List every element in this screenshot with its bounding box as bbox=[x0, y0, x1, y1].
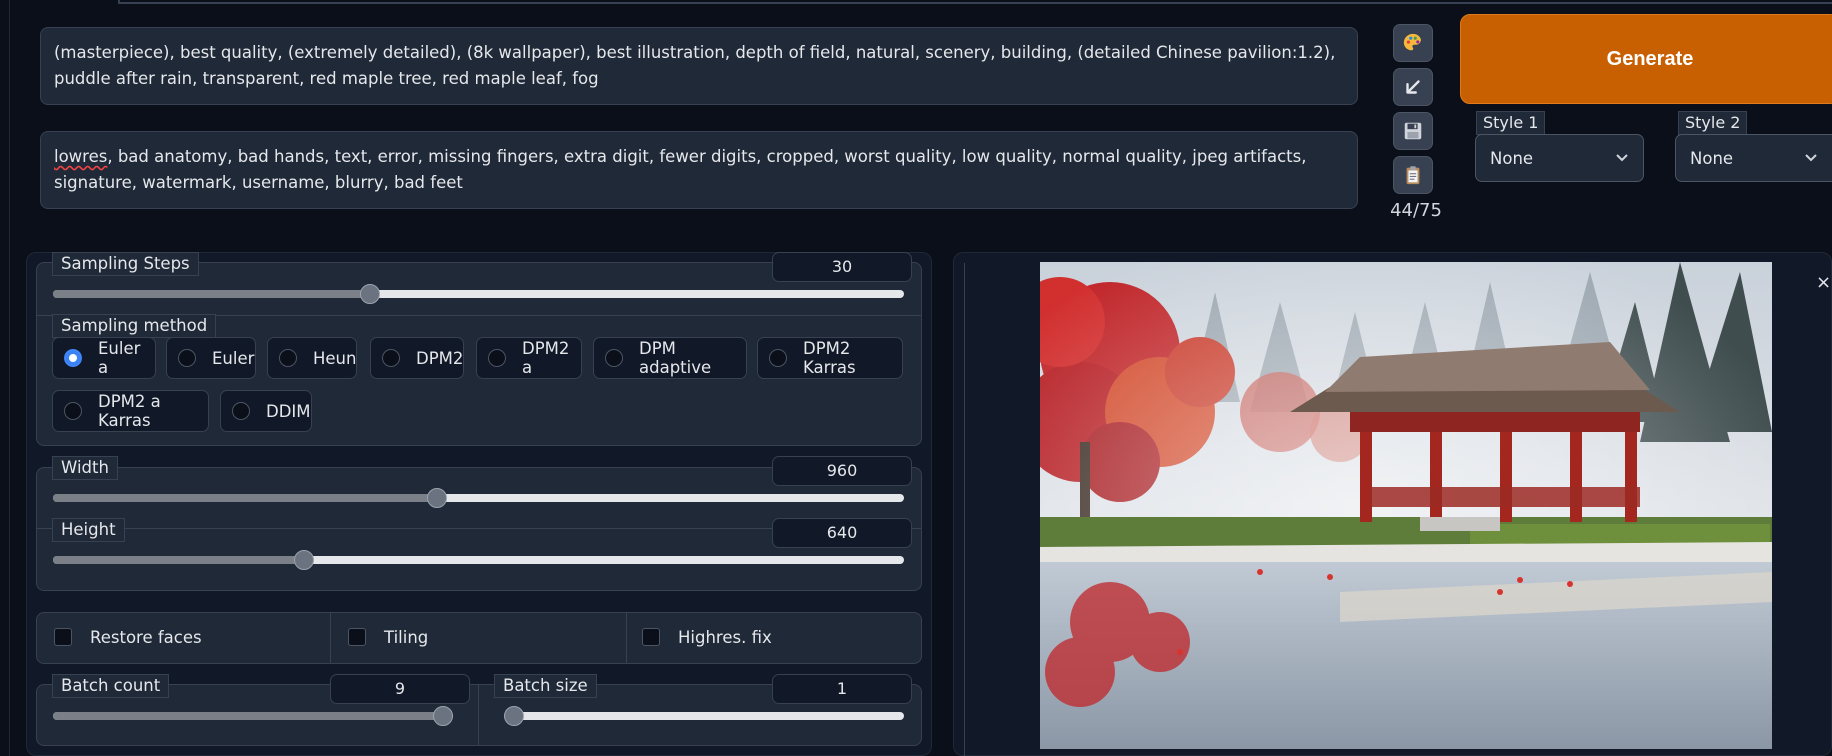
sampler-option-dpm-adaptive[interactable]: DPM adaptive bbox=[593, 337, 747, 379]
save-icon bbox=[1404, 122, 1422, 140]
token-counter: 44/75 bbox=[1390, 200, 1442, 221]
sampling-steps-slider[interactable] bbox=[53, 284, 904, 304]
sampler-label: Heun bbox=[313, 348, 357, 368]
radio-icon bbox=[279, 349, 297, 367]
generate-button[interactable]: Generate bbox=[1460, 14, 1832, 104]
width-slider[interactable] bbox=[53, 488, 904, 508]
negative-prompt-input[interactable]: lowres, bad anatomy, bad hands, text, er… bbox=[40, 131, 1358, 209]
slider-thumb[interactable] bbox=[360, 284, 380, 304]
clipboard-icon bbox=[1406, 166, 1420, 185]
sampler-label: DPM adaptive bbox=[639, 339, 712, 377]
style-1-label: Style 1 bbox=[1476, 111, 1546, 135]
sampler-option-euler-a[interactable]: Euler a bbox=[52, 337, 156, 379]
pavilion-scene-image bbox=[1040, 262, 1772, 749]
tiling-label: Tiling bbox=[384, 627, 429, 647]
radio-icon bbox=[382, 349, 400, 367]
slider-fill bbox=[53, 290, 370, 298]
sampler-option-euler[interactable]: Euler bbox=[166, 337, 256, 379]
close-icon[interactable]: × bbox=[1816, 272, 1831, 293]
sampler-option-ddim[interactable]: DDIM bbox=[220, 390, 312, 432]
tiling-checkbox[interactable]: Tiling bbox=[334, 612, 624, 662]
radio-icon bbox=[488, 349, 506, 367]
sampler-label: DDIM bbox=[266, 401, 311, 421]
sampling-steps-number[interactable]: 30 bbox=[772, 252, 912, 282]
checkbox-icon bbox=[348, 628, 366, 646]
sampler-label: DPM2 a Karras bbox=[98, 392, 161, 430]
style-2-label: Style 2 bbox=[1678, 111, 1748, 135]
sampler-option-dpm2-a-karras[interactable]: DPM2 a Karras bbox=[52, 390, 209, 432]
slider-fill bbox=[53, 556, 304, 564]
positive-prompt-text: (masterpiece), best quality, (extremely … bbox=[54, 43, 1336, 88]
width-label: Width bbox=[52, 456, 118, 480]
arrow-down-left-icon bbox=[1406, 80, 1420, 94]
chevron-down-icon bbox=[1805, 154, 1817, 162]
restore-faces-checkbox[interactable]: Restore faces bbox=[40, 612, 330, 662]
style-1-value: None bbox=[1490, 148, 1534, 168]
generated-image[interactable] bbox=[1040, 262, 1772, 749]
radio-icon bbox=[769, 349, 787, 367]
height-slider[interactable] bbox=[53, 550, 904, 570]
radio-icon bbox=[64, 402, 82, 420]
radio-icon bbox=[178, 349, 196, 367]
style-1-select[interactable]: None bbox=[1475, 134, 1644, 182]
sampler-option-dpm2[interactable]: DPM2 bbox=[370, 337, 464, 379]
top-border bbox=[0, 0, 1832, 6]
negative-prompt-text: , bad anatomy, bad hands, text, error, m… bbox=[54, 147, 1307, 192]
sampler-label: DPM2 Karras bbox=[803, 339, 856, 377]
height-number[interactable]: 640 bbox=[772, 518, 912, 548]
sampling-method-label: Sampling method bbox=[52, 314, 217, 338]
highres-fix-label: Highres. fix bbox=[678, 627, 772, 647]
read-params-button[interactable] bbox=[1393, 68, 1433, 106]
divider bbox=[330, 613, 331, 663]
batch-count-number[interactable]: 9 bbox=[330, 674, 470, 704]
sampler-option-dpm2-karras[interactable]: DPM2 Karras bbox=[757, 337, 903, 379]
sampling-steps-label: Sampling Steps bbox=[52, 252, 199, 276]
sampler-option-heun[interactable]: Heun bbox=[267, 337, 357, 379]
radio-icon bbox=[605, 349, 623, 367]
slider-thumb[interactable] bbox=[433, 706, 453, 726]
slider-thumb[interactable] bbox=[427, 488, 447, 508]
batch-count-slider[interactable] bbox=[53, 706, 453, 726]
highres-fix-checkbox[interactable]: Highres. fix bbox=[628, 612, 918, 662]
slider-fill bbox=[53, 712, 443, 720]
style-2-value: None bbox=[1690, 148, 1734, 168]
palette-icon bbox=[1403, 33, 1421, 51]
sampler-option-dpm2-a[interactable]: DPM2 a bbox=[476, 337, 582, 379]
style-2-select[interactable]: None bbox=[1675, 134, 1832, 182]
divider bbox=[626, 613, 627, 663]
restore-faces-label: Restore faces bbox=[90, 627, 202, 647]
sampler-label: DPM2 a bbox=[522, 339, 570, 377]
chevron-down-icon bbox=[1616, 154, 1628, 162]
sampler-label: DPM2 bbox=[416, 348, 464, 368]
slider-thumb[interactable] bbox=[294, 550, 314, 570]
checkbox-icon bbox=[642, 628, 660, 646]
sampler-label: Euler a bbox=[98, 339, 141, 377]
radio-selected-icon bbox=[64, 349, 82, 367]
radio-icon bbox=[232, 402, 250, 420]
apply-style-button[interactable] bbox=[1393, 156, 1433, 194]
batch-count-label: Batch count bbox=[52, 674, 170, 698]
positive-prompt-input[interactable]: (masterpiece), best quality, (extremely … bbox=[40, 27, 1358, 105]
batch-size-slider[interactable] bbox=[504, 706, 904, 726]
width-number[interactable]: 960 bbox=[772, 456, 912, 486]
left-edge bbox=[0, 0, 10, 756]
slider-thumb[interactable] bbox=[504, 706, 524, 726]
sampler-label: Euler bbox=[212, 348, 255, 368]
save-style-button[interactable] bbox=[1393, 112, 1433, 150]
divider bbox=[478, 685, 479, 745]
checkbox-icon bbox=[54, 628, 72, 646]
interrogate-palette-button[interactable] bbox=[1393, 24, 1433, 62]
height-label: Height bbox=[52, 518, 125, 542]
batch-size-label: Batch size bbox=[494, 674, 597, 698]
negative-prompt-misspelled-word: lowres bbox=[54, 147, 108, 166]
slider-fill bbox=[53, 494, 437, 502]
batch-size-number[interactable]: 1 bbox=[772, 674, 912, 704]
